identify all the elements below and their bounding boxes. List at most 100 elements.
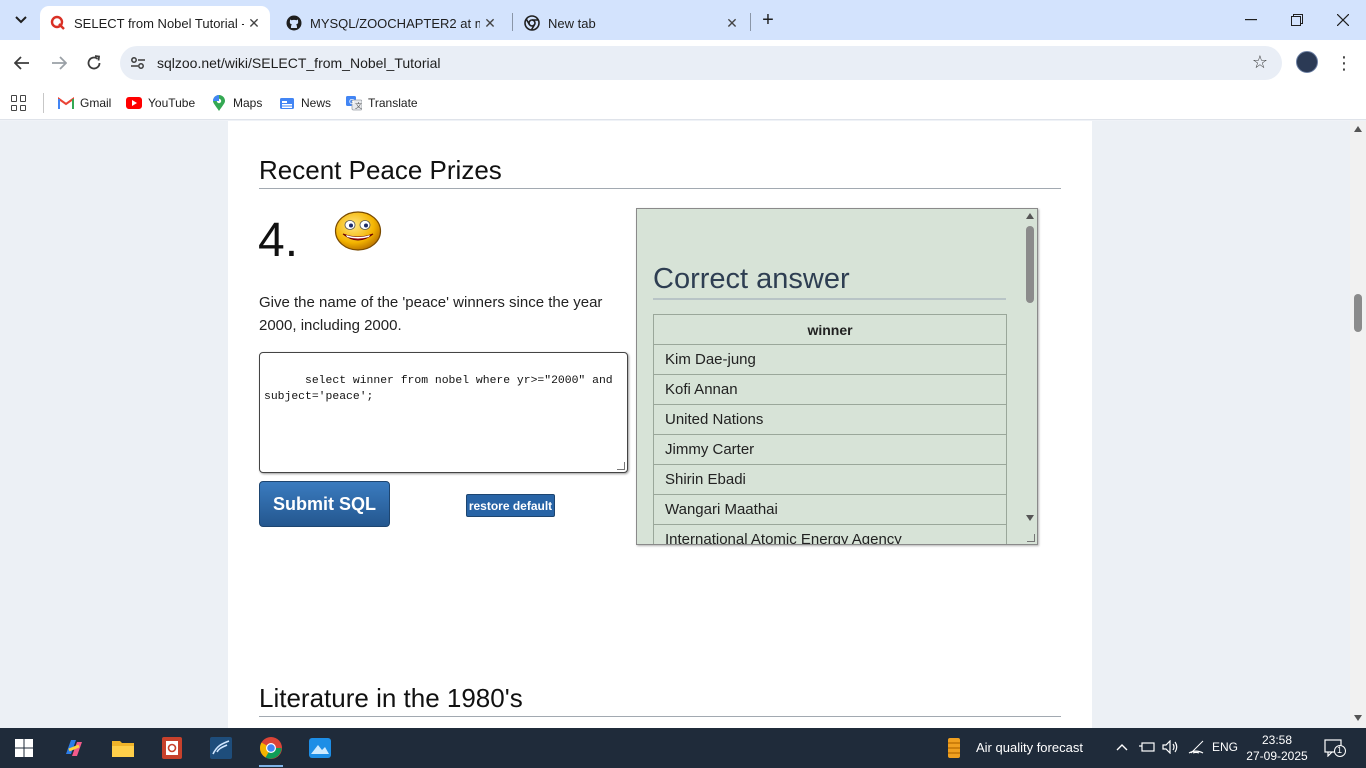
youtube-icon [126, 95, 142, 111]
site-info-icon[interactable] [128, 53, 148, 73]
bookmark-label: YouTube [148, 96, 196, 110]
tab-title: MYSQL/ZOOCHAPTER2 at main [310, 15, 480, 31]
answer-scrollbar[interactable] [1023, 209, 1037, 544]
clock-time: 23:58 [1261, 733, 1293, 747]
bookmark-youtube[interactable]: YouTube [126, 93, 195, 113]
scroll-down-arrow-icon[interactable] [1026, 515, 1034, 521]
bookmark-label: Gmail [80, 96, 112, 110]
reload-icon[interactable] [80, 49, 108, 77]
tab-close-icon[interactable]: ✕ [244, 13, 264, 33]
resize-grip[interactable] [617, 462, 625, 470]
scroll-thumb[interactable] [1026, 226, 1034, 303]
question-number: 4. [258, 214, 299, 267]
page-scrollbar[interactable] [1350, 121, 1366, 728]
news-icon [279, 95, 295, 111]
tray-chevron-up-icon[interactable] [1116, 738, 1128, 754]
wifi-icon[interactable] [1188, 740, 1204, 757]
scroll-thumb[interactable] [1354, 294, 1362, 332]
translate-icon: G文 [346, 95, 362, 111]
new-tab-plus-icon[interactable]: + [756, 8, 780, 32]
tab-sqlzoo[interactable]: SELECT from Nobel Tutorial - SQLZoo ✕ [40, 6, 270, 40]
mysql-workbench-icon[interactable] [201, 732, 241, 764]
volume-icon[interactable] [1162, 739, 1180, 757]
answer-row: United Nations [653, 404, 1007, 435]
scroll-up-arrow-icon[interactable] [1026, 213, 1034, 219]
page-content: Recent Peace Prizes 4. Give the name of … [228, 121, 1092, 728]
copilot-icon[interactable] [54, 732, 94, 764]
office-app-icon[interactable] [152, 732, 192, 764]
answer-row: Wangari Maathai [653, 494, 1007, 525]
bookmark-news[interactable]: News [279, 93, 331, 113]
forward-arrow-icon[interactable] [45, 49, 73, 77]
resize-grip[interactable] [1027, 534, 1035, 542]
battery-power-icon[interactable] [1139, 741, 1155, 756]
bookmark-star-icon[interactable]: ☆ [1252, 52, 1268, 73]
restore-window-icon[interactable] [1274, 0, 1320, 40]
file-explorer-icon[interactable] [103, 732, 143, 764]
chrome-icon [524, 15, 540, 31]
answer-row: Kim Dae-jung [653, 344, 1007, 375]
bookmark-label: Translate [368, 96, 418, 110]
section-heading: Recent Peace Prizes [259, 155, 1061, 189]
answer-column-header: winner [653, 314, 1007, 345]
submit-sql-button[interactable]: Submit SQL [259, 481, 390, 527]
back-arrow-icon[interactable] [8, 49, 36, 77]
photos-app-icon[interactable] [300, 732, 340, 764]
question-text: Give the name of the 'peace' winners sin… [259, 294, 603, 334]
browser-toolbar: sqlzoo.net/wiki/SELECT_from_Nobel_Tutori… [0, 40, 1366, 86]
close-window-icon[interactable] [1320, 0, 1366, 40]
profile-avatar[interactable] [1296, 51, 1318, 73]
answer-row: International Atomic Energy Agency [653, 524, 1007, 544]
answer-row: Kofi Annan [653, 374, 1007, 405]
address-bar[interactable]: sqlzoo.net/wiki/SELECT_from_Nobel_Tutori… [120, 46, 1282, 80]
chrome-menu-icon[interactable]: ⋮ [1335, 52, 1353, 74]
answer-title: Correct answer [653, 263, 1006, 300]
tab-github[interactable]: MYSQL/ZOOCHAPTER2 at main ✕ [276, 6, 506, 40]
next-section-heading: Literature in the 1980's [259, 683, 1061, 717]
page-viewport: Recent Peace Prizes 4. Give the name of … [0, 121, 1350, 728]
bookmark-separator [43, 93, 44, 113]
maps-pin-icon [211, 95, 227, 111]
apps-grid-icon[interactable] [11, 95, 27, 111]
windows-start-icon[interactable] [4, 732, 44, 764]
tab-title: New tab [548, 15, 596, 31]
bookmark-maps[interactable]: Maps [211, 93, 262, 113]
bookmark-label: News [301, 96, 332, 110]
bookmark-translate[interactable]: G文 Translate [346, 93, 418, 113]
notification-count: 1 [1337, 745, 1343, 755]
weather-text[interactable]: Air quality forecast [976, 740, 1083, 755]
svg-text:文: 文 [355, 101, 362, 110]
sql-editor[interactable]: select winner from nobel where yr>="2000… [259, 352, 628, 473]
gmail-icon [58, 95, 74, 111]
tab-close-icon[interactable]: ✕ [480, 13, 500, 33]
tab-search-button[interactable] [8, 7, 34, 33]
tab-separator [512, 13, 513, 31]
language-indicator[interactable]: ENG [1212, 740, 1238, 754]
weather-icon[interactable] [936, 732, 972, 764]
clock-date: 27-09-2025 [1246, 749, 1308, 763]
tab-strip: SELECT from Nobel Tutorial - SQLZoo ✕ MY… [0, 0, 1366, 40]
taskbar: Air quality forecast ENG 23:58 27-09-202… [0, 728, 1366, 768]
chrome-taskbar-icon[interactable] [251, 732, 291, 767]
url-text: sqlzoo.net/wiki/SELECT_from_Nobel_Tutori… [157, 55, 441, 71]
sql-text: select winner from nobel where yr>="2000… [264, 375, 613, 403]
minimize-icon[interactable] [1228, 0, 1274, 40]
sqlzoo-favicon-icon [50, 15, 66, 31]
tab-title: SELECT from Nobel Tutorial - SQLZoo [74, 15, 244, 31]
smiley-face-icon [334, 210, 382, 252]
github-icon [286, 15, 302, 31]
tab-close-icon[interactable]: ✕ [722, 13, 742, 33]
answer-row: Shirin Ebadi [653, 464, 1007, 495]
tab-separator [750, 13, 751, 31]
scroll-up-arrow-icon[interactable] [1354, 126, 1362, 132]
bookmark-gmail[interactable]: Gmail [58, 93, 111, 113]
scroll-down-arrow-icon[interactable] [1354, 715, 1362, 721]
answer-table: winner Kim Dae-jung Kofi Annan United Na… [653, 314, 1007, 544]
restore-default-button[interactable]: restore default [466, 494, 555, 517]
clock[interactable]: 23:58 27-09-2025 [1246, 732, 1308, 764]
tab-new-tab[interactable]: New tab ✕ [514, 6, 748, 40]
answer-frame[interactable]: Correct answer winner Kim Dae-jung Kofi … [636, 208, 1038, 545]
svg-text:G: G [349, 98, 354, 106]
bookmark-label: Maps [233, 96, 263, 110]
notification-icon[interactable]: 1 [1324, 739, 1346, 760]
